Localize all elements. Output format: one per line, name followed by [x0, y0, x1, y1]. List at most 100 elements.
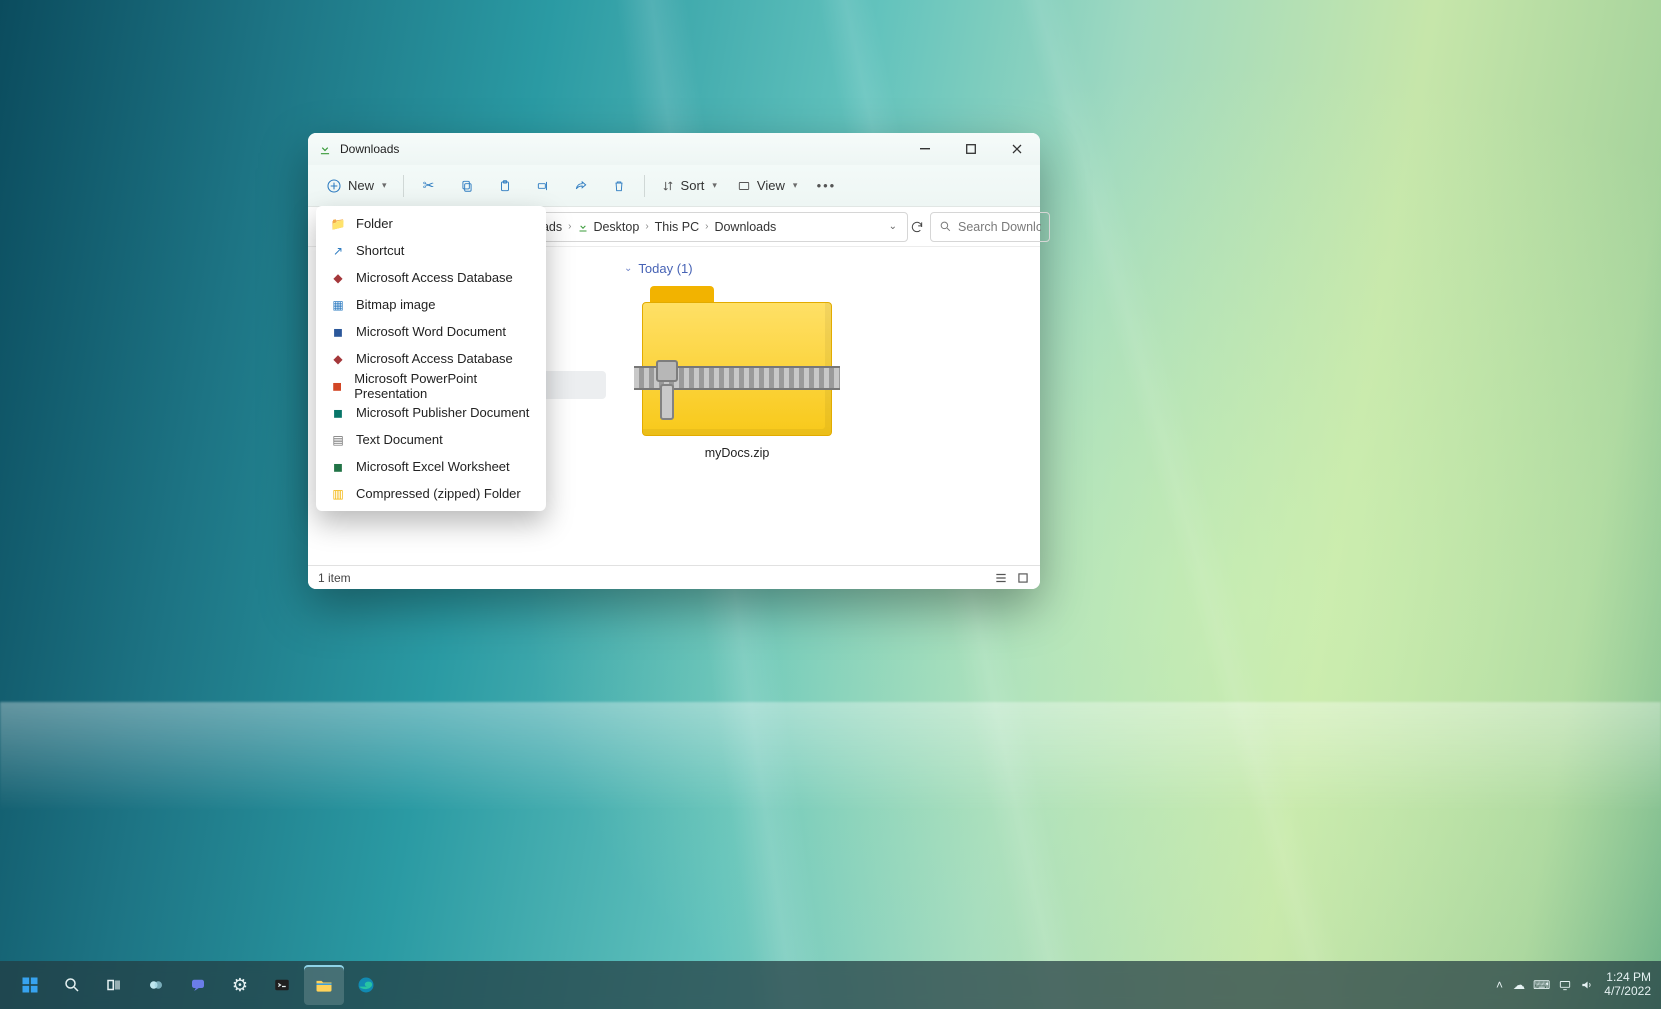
- new-menu-text[interactable]: ▤Text Document: [316, 426, 546, 453]
- plus-circle-icon: [326, 178, 342, 194]
- rename-button[interactable]: [526, 171, 560, 201]
- breadcrumb-desktop[interactable]: Desktop: [577, 220, 639, 234]
- gear-icon: ⚙: [232, 975, 248, 996]
- download-icon: [318, 142, 332, 156]
- close-button[interactable]: [994, 133, 1040, 165]
- taskbar-widgets[interactable]: [136, 965, 176, 1005]
- details-view-button[interactable]: [994, 571, 1008, 585]
- new-menu-excel[interactable]: ◼Microsoft Excel Worksheet: [316, 453, 546, 480]
- taskbar-clock[interactable]: 1:24 PM 4/7/2022: [1604, 971, 1651, 999]
- zip-icon: ▥: [330, 486, 346, 502]
- new-menu: 📁Folder ↗Shortcut ◆Microsoft Access Data…: [316, 206, 546, 511]
- new-label: New: [348, 178, 374, 193]
- taskbar-taskview[interactable]: [94, 965, 134, 1005]
- delete-button[interactable]: [602, 171, 636, 201]
- onedrive-icon[interactable]: ☁: [1513, 978, 1525, 992]
- breadcrumb-downloads[interactable]: Downloads: [714, 220, 776, 234]
- toolbar-separator: [644, 175, 645, 197]
- breadcrumb-sep: ›: [705, 221, 708, 232]
- keyboard-icon[interactable]: ⌨: [1533, 978, 1550, 992]
- sort-icon: [661, 179, 675, 193]
- network-icon[interactable]: [1558, 978, 1572, 992]
- cut-button[interactable]: ✂: [412, 171, 446, 201]
- group-header-today[interactable]: ⌄ Today (1): [624, 261, 1026, 276]
- desktop[interactable]: Downloads New ▾ ✂: [0, 0, 1661, 1009]
- sort-button[interactable]: Sort ▾: [653, 171, 725, 201]
- shortcut-icon: ↗: [330, 243, 346, 259]
- file-explorer-window: Downloads New ▾ ✂: [308, 133, 1040, 589]
- address-bar[interactable]: oads › Desktop › This PC › Downloads ⌄: [528, 212, 908, 242]
- new-menu-folder[interactable]: 📁Folder: [316, 210, 546, 237]
- status-bar: 1 item: [308, 565, 1040, 589]
- wallpaper-reflection: [0, 702, 1661, 812]
- chevron-down-icon: ▾: [793, 180, 798, 191]
- share-icon: [574, 179, 588, 193]
- refresh-button[interactable]: [910, 213, 924, 241]
- titlebar[interactable]: Downloads: [308, 133, 1040, 165]
- search-input[interactable]: [958, 220, 1041, 234]
- taskbar-edge[interactable]: [346, 965, 386, 1005]
- group-header-label: Today (1): [638, 261, 692, 276]
- taskbar-chat[interactable]: [178, 965, 218, 1005]
- volume-icon[interactable]: [1580, 978, 1594, 992]
- status-text: 1 item: [318, 571, 351, 585]
- view-label: View: [757, 178, 785, 193]
- access-icon: ◆: [330, 270, 346, 286]
- trash-icon: [612, 179, 626, 193]
- view-button[interactable]: View ▾: [729, 171, 805, 201]
- toolbar-separator: [403, 175, 404, 197]
- large-icons-view-button[interactable]: [1016, 571, 1030, 585]
- search-box[interactable]: [930, 212, 1050, 242]
- new-menu-access[interactable]: ◆Microsoft Access Database: [316, 264, 546, 291]
- copy-button[interactable]: [450, 171, 484, 201]
- search-icon: [939, 220, 952, 233]
- new-menu-publisher[interactable]: ◼Microsoft Publisher Document: [316, 399, 546, 426]
- file-item-mydocs[interactable]: myDocs.zip: [642, 286, 832, 460]
- bitmap-icon: ▦: [330, 297, 346, 313]
- chevron-down-icon: ▾: [382, 180, 387, 191]
- window-title: Downloads: [340, 142, 399, 156]
- content-pane[interactable]: ⌄ Today (1) myDocs.zip: [608, 247, 1040, 565]
- paste-icon: [498, 179, 512, 193]
- word-icon: ◼: [330, 324, 346, 340]
- new-menu-shortcut[interactable]: ↗Shortcut: [316, 237, 546, 264]
- folder-icon: 📁: [330, 216, 346, 232]
- ellipsis-icon: •••: [817, 178, 837, 193]
- chevron-down-icon: ▾: [712, 180, 717, 191]
- new-menu-powerpoint[interactable]: ◼Microsoft PowerPoint Presentation: [316, 372, 546, 399]
- maximize-button[interactable]: [948, 133, 994, 165]
- view-icon: [737, 179, 751, 193]
- more-button[interactable]: •••: [809, 171, 843, 201]
- chevron-down-icon: ⌄: [624, 263, 632, 274]
- excel-icon: ◼: [330, 459, 346, 475]
- breadcrumb-this-pc[interactable]: This PC: [655, 220, 699, 234]
- access-icon: ◆: [330, 351, 346, 367]
- breadcrumb-sep: ›: [645, 221, 648, 232]
- share-button[interactable]: [564, 171, 598, 201]
- taskbar: ⚙ ˄ ☁ ⌨ 1:24 PM 4/7/2022: [0, 961, 1661, 1009]
- new-menu-bitmap[interactable]: ▦Bitmap image: [316, 291, 546, 318]
- paste-button[interactable]: [488, 171, 522, 201]
- taskbar-search[interactable]: [52, 965, 92, 1005]
- toolbar: New ▾ ✂ Sort ▾ View ▾ •••: [308, 165, 1040, 207]
- publisher-icon: ◼: [330, 405, 346, 421]
- powerpoint-icon: ◼: [330, 378, 344, 394]
- start-button[interactable]: [10, 965, 50, 1005]
- new-menu-word[interactable]: ◼Microsoft Word Document: [316, 318, 546, 345]
- rename-icon: [536, 179, 550, 193]
- minimize-button[interactable]: [902, 133, 948, 165]
- clock-date: 4/7/2022: [1604, 985, 1651, 999]
- new-button[interactable]: New ▾: [318, 171, 395, 201]
- text-icon: ▤: [330, 432, 346, 448]
- new-menu-zip[interactable]: ▥Compressed (zipped) Folder: [316, 480, 546, 507]
- copy-icon: [460, 179, 474, 193]
- taskbar-explorer[interactable]: [304, 965, 344, 1005]
- cut-icon: ✂: [423, 177, 435, 194]
- taskbar-settings[interactable]: ⚙: [220, 965, 260, 1005]
- new-menu-access-2[interactable]: ◆Microsoft Access Database: [316, 345, 546, 372]
- taskbar-terminal[interactable]: [262, 965, 302, 1005]
- address-chevron[interactable]: ⌄: [885, 221, 901, 232]
- tray-chevron[interactable]: ˄: [1496, 978, 1503, 992]
- zip-folder-icon: [642, 286, 832, 436]
- file-label: myDocs.zip: [705, 446, 770, 460]
